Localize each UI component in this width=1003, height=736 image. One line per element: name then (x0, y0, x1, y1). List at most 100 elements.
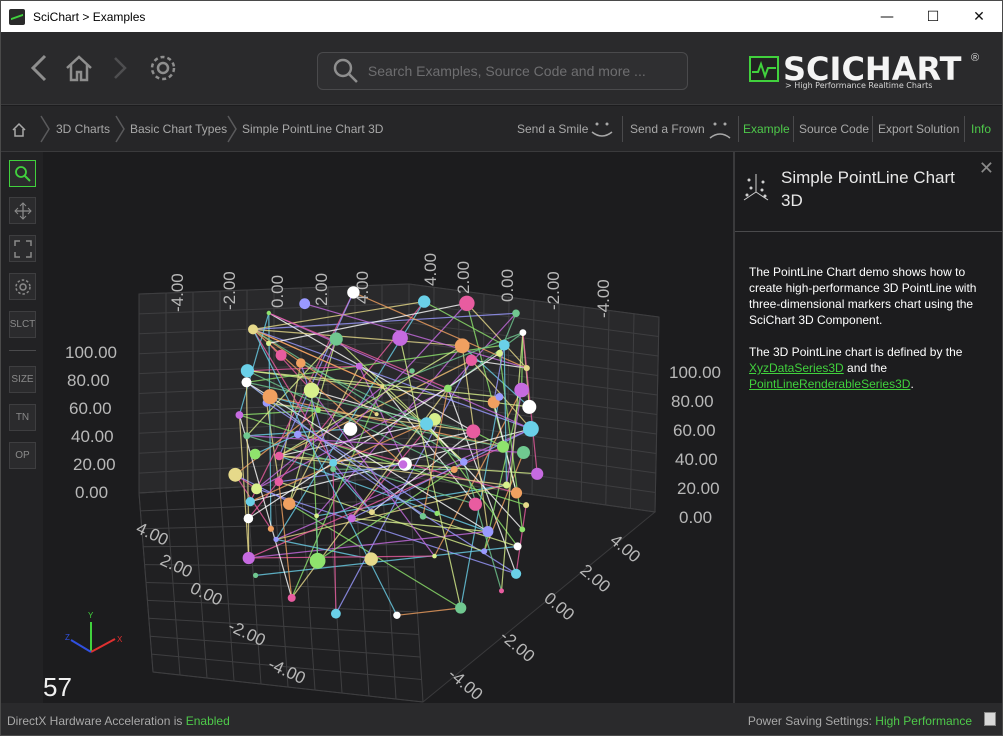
series-point-marker (481, 548, 488, 555)
xyz-dataseries-link[interactable]: XyzDataSeries3D (749, 361, 844, 375)
pointline-renderable-series-link[interactable]: PointLineRenderableSeries3D (749, 377, 910, 391)
breadcrumb-chevron-icon (40, 115, 50, 143)
series-point-marker (266, 340, 272, 346)
y-axis-right-label: 80.00 (671, 392, 714, 411)
settings-gear-icon[interactable] (147, 52, 179, 84)
series-point-marker (497, 440, 509, 453)
series-point-marker (499, 588, 504, 594)
power-settings-toggle[interactable] (984, 712, 996, 726)
series-point-marker (496, 349, 503, 357)
x-axis-top-label: 0.00 (268, 275, 287, 308)
series-point-marker (287, 593, 296, 602)
smile-icon[interactable] (589, 118, 615, 140)
series-point-marker (517, 446, 530, 459)
series-point-marker (241, 377, 252, 388)
y-axis-right-label: 20.00 (677, 479, 720, 498)
frown-icon[interactable] (707, 118, 733, 140)
app-window: SciChart > Examples — ☐ ✕ Search Example… (0, 0, 1003, 736)
y-axis-right-label: 0.00 (679, 508, 712, 527)
series-point-marker (512, 309, 520, 318)
y-axis-right-label: 100.00 (669, 363, 721, 382)
breadcrumb-basic-chart-types[interactable]: Basic Chart Types (130, 122, 227, 136)
series-point-marker (228, 467, 243, 482)
z-axis-top-label: -2.00 (544, 271, 563, 310)
series-point-marker (514, 382, 529, 398)
series-point-marker (450, 466, 458, 473)
info-description: The PointLine Chart demo shows how to cr… (749, 264, 989, 392)
series-point-marker (330, 466, 336, 473)
series-point-marker (454, 338, 470, 354)
breadcrumb-home-icon[interactable] (11, 122, 27, 138)
series-point-marker (419, 513, 427, 520)
series-point-marker (523, 502, 530, 509)
series-point-marker (468, 497, 482, 511)
series-point-marker (392, 330, 408, 346)
hardware-acceleration-value: Enabled (185, 714, 230, 728)
zoom-extents-button[interactable] (9, 235, 36, 262)
series-point-marker (283, 497, 296, 510)
series-point-marker (294, 430, 302, 439)
size-tool-button[interactable]: SIZE (9, 366, 36, 393)
chart-settings-button[interactable] (9, 273, 36, 300)
forward-icon[interactable] (105, 52, 137, 84)
send-smile-button[interactable]: Send a Smile (517, 122, 588, 136)
tab-info[interactable]: Info (971, 122, 991, 136)
tab-source-code[interactable]: Source Code (799, 122, 869, 136)
series-point-marker (498, 339, 510, 351)
minimize-button[interactable]: — (864, 1, 910, 32)
send-frown-button[interactable]: Send a Frown (630, 122, 705, 136)
series-point-marker (262, 389, 278, 405)
series-point-marker (329, 459, 338, 467)
series-point-marker (329, 332, 343, 346)
info-panel: Simple PointLine Chart 3D ✕ The PointLin… (733, 152, 1002, 703)
back-icon[interactable] (25, 52, 57, 84)
search-box[interactable] (317, 52, 688, 90)
power-saving-value[interactable]: High Performance (875, 714, 972, 728)
op-tool-button[interactable]: OP (9, 442, 36, 469)
logo-tagline: > High Performance Realtime Charts (785, 81, 933, 90)
series-point-marker (364, 552, 378, 566)
chart-3d-canvas[interactable]: -4.00 -2.00 0.00 2.00 4.004.00 2.00 0.00 -2.00-… (43, 152, 733, 703)
z-axis-top-label: 0.00 (498, 269, 517, 302)
tn-tool-button[interactable]: TN (9, 404, 36, 431)
series-point-marker (343, 422, 358, 436)
maximize-button[interactable]: ☐ (910, 1, 956, 32)
z-axis-top-label: 4.00 (421, 253, 440, 286)
series-point-marker (513, 542, 522, 551)
pan-tool-button[interactable] (9, 197, 36, 224)
search-icon (333, 58, 358, 83)
y-axis-right-label: 40.00 (675, 450, 718, 469)
series-point-marker (459, 295, 475, 311)
zoom-icon (14, 165, 31, 182)
series-point-marker (374, 412, 379, 417)
axis-gizmo: Y X Z (65, 611, 123, 653)
series-point-marker (249, 448, 261, 460)
close-button[interactable]: ✕ (956, 1, 1002, 32)
series-point-marker (455, 602, 467, 614)
series-point-marker (519, 329, 527, 336)
y-axis-left-label: 20.00 (73, 455, 116, 474)
tab-export-solution[interactable]: Export Solution (878, 122, 959, 136)
hardware-acceleration-status: DirectX Hardware Acceleration is Enabled (7, 714, 230, 728)
y-axis-right-label: 60.00 (673, 421, 716, 440)
series-point-marker (434, 510, 440, 516)
expand-icon (13, 239, 32, 258)
series-point-marker (296, 358, 306, 368)
home-icon[interactable] (63, 52, 95, 84)
search-input[interactable] (367, 63, 687, 79)
fps-counter: 57 (43, 672, 72, 702)
series-point-marker (393, 611, 401, 619)
select-tool-button[interactable]: SLCT (9, 311, 36, 338)
series-point-marker (482, 526, 494, 537)
series-point-marker (242, 551, 255, 565)
series-point-marker (460, 458, 468, 466)
z-axis-bottom-label: -2.00 (496, 627, 538, 666)
chart-surface-3d[interactable]: -4.00 -2.00 0.00 2.00 4.00 4.00 2.00 0.00 -2.00-… (43, 152, 733, 703)
tab-example[interactable]: Example (743, 122, 790, 136)
info-close-icon[interactable]: ✕ (979, 158, 994, 179)
chart-tools-strip: SLCT SIZE TN OP (1, 152, 43, 703)
zoom-tool-button[interactable] (9, 160, 36, 187)
info-header: Simple PointLine Chart 3D ✕ (735, 152, 1002, 232)
breadcrumb-3d-charts[interactable]: 3D Charts (56, 122, 110, 136)
series-point-marker (243, 432, 251, 440)
